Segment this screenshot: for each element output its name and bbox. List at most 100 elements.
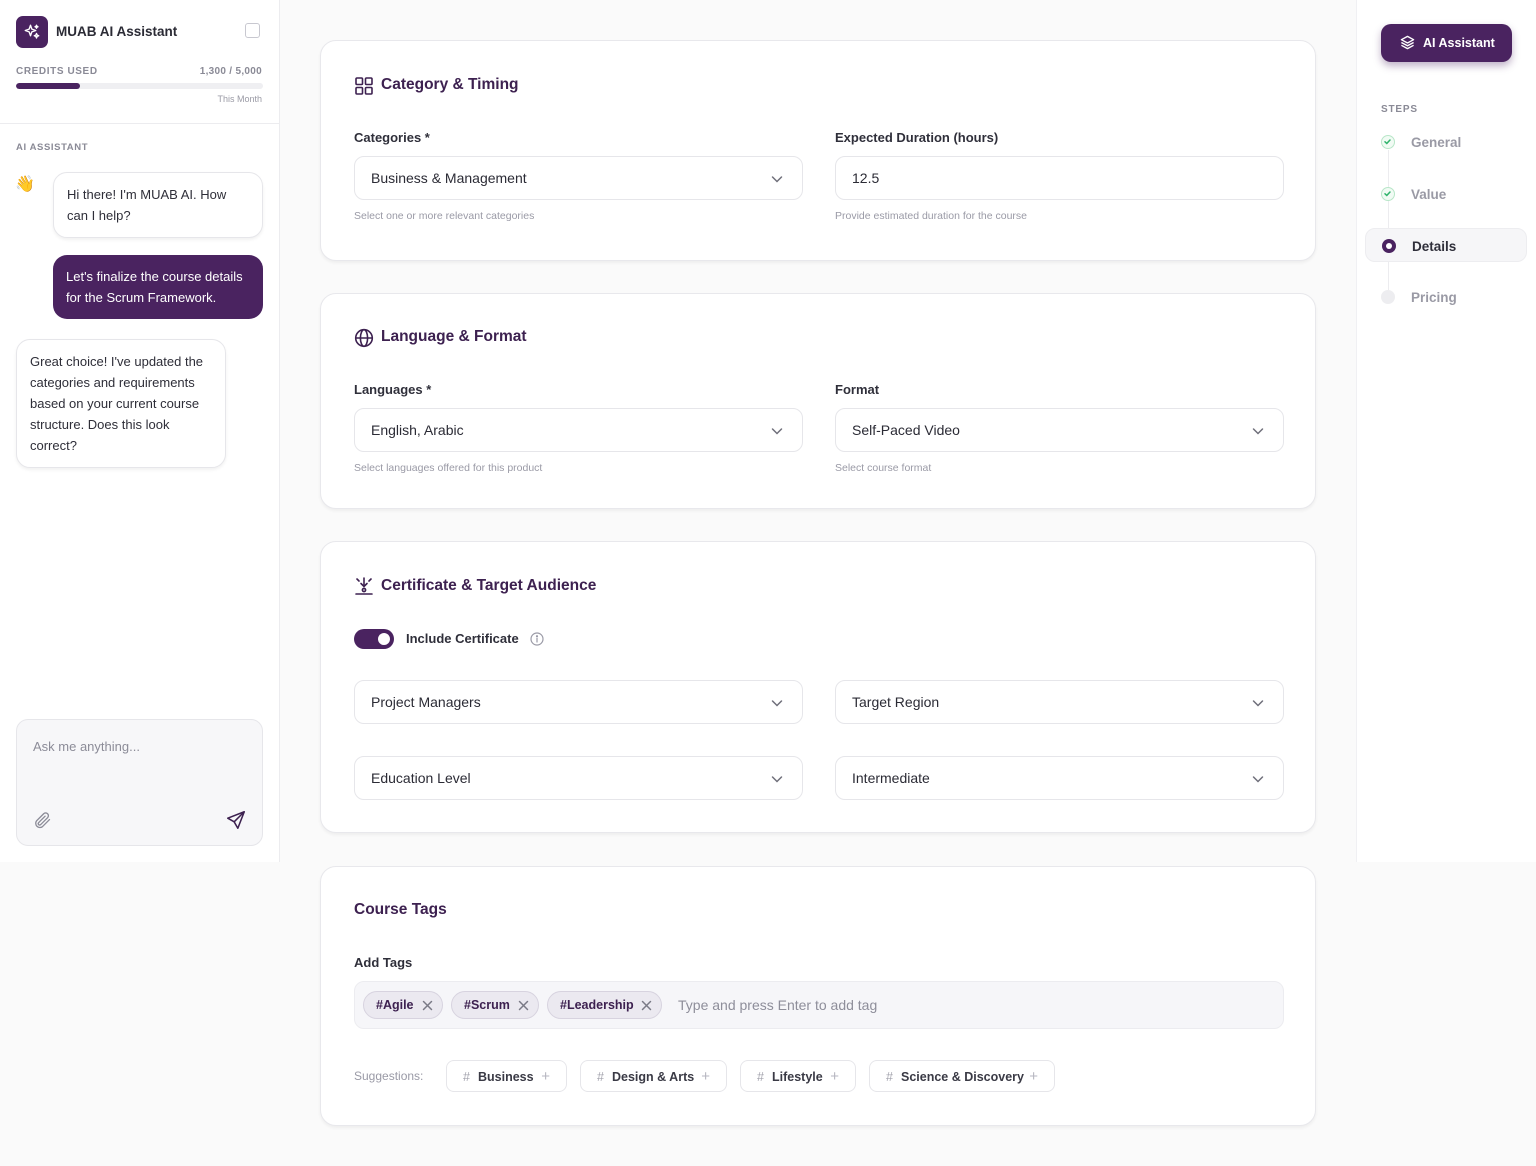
card-title: Certificate & Target Audience [381,577,597,594]
tag-label: #Agile [376,998,414,1012]
hash-icon: # [597,1070,604,1084]
check-icon [1381,135,1395,149]
target-audience-value: Project Managers [371,694,481,710]
close-icon[interactable] [422,1000,433,1014]
categories-select[interactable]: Business & Management [354,156,803,200]
info-icon[interactable] [530,632,544,651]
step-label: Value [1411,187,1447,202]
skill-level-value: Intermediate [852,770,930,786]
step-value[interactable]: Value [1365,177,1527,211]
tag-label: #Scrum [464,998,510,1012]
plus-icon: + [701,1068,710,1085]
close-icon[interactable] [518,1000,529,1014]
format-select[interactable]: Self-Paced Video [835,408,1284,452]
suggestion-label: Design & Arts [612,1070,695,1084]
tag-label: #Leadership [560,998,634,1012]
format-label: Format [835,382,880,397]
tag-chip: #Scrum [451,991,539,1019]
categories-value: Business & Management [371,170,527,186]
steps-connector [1388,150,1389,290]
tag-chip: #Agile [363,991,443,1019]
ai-section-label: AI ASSISTANT [16,142,89,153]
suggestion-label: Lifestyle [772,1070,823,1084]
chevron-down-icon [770,424,784,443]
chat-placeholder: Ask me anything... [33,739,140,754]
check-icon [1381,187,1395,201]
include-certificate-toggle[interactable] [354,629,394,649]
close-icon[interactable] [641,1000,652,1014]
skill-level-select[interactable]: Intermediate [835,756,1284,800]
credits-label: CREDITS USED [16,66,98,77]
plus-icon: + [830,1068,839,1085]
ai-sidebar: MUAB AI Assistant CREDITS USED 1,300 / 5… [0,0,280,862]
target-region-value: Target Region [852,694,940,710]
certificate-audience-card: Certificate & Target Audience Include Ce… [320,541,1316,833]
paperclip-icon[interactable] [32,810,52,835]
layers-icon [1400,35,1415,53]
ai-assistant-button[interactable]: AI Assistant [1381,24,1512,62]
chevron-down-icon [1251,772,1265,791]
languages-label: Languages * [354,382,432,397]
categories-hint: Select one or more relevant categories [354,210,535,222]
suggestion-chip[interactable]: # Lifestyle + [740,1060,856,1092]
globe-icon [354,328,374,353]
suggestion-chip[interactable]: # Science & Discovery + [869,1060,1055,1092]
category-timing-card: Category & Timing Categories * Business … [320,40,1316,261]
step-details[interactable]: Details [1365,228,1527,262]
duration-value: 12.5 [852,170,880,186]
chevron-down-icon [770,696,784,715]
duration-input[interactable]: 12.5 [835,156,1284,200]
education-level-value: Education Level [371,770,471,786]
categories-label: Categories * [354,130,430,145]
card-title: Category & Timing [381,76,519,93]
step-label: Pricing [1411,290,1457,305]
format-hint: Select course format [835,462,932,474]
step-pricing[interactable]: Pricing [1365,280,1527,314]
duration-label: Expected Duration (hours) [835,130,999,145]
education-level-select[interactable]: Education Level [354,756,803,800]
pending-step-icon [1381,290,1395,304]
suggestion-chip[interactable]: # Design & Arts + [580,1060,727,1092]
credits-progress-bar [16,83,263,89]
step-general[interactable]: General [1365,125,1527,159]
step-label: General [1411,135,1462,150]
add-tags-label: Add Tags [354,955,413,970]
format-value: Self-Paced Video [852,422,960,438]
credits-progress-fill [16,83,81,89]
ai-message: Great choice! I've updated the categorie… [16,339,226,468]
sidebar-header: MUAB AI Assistant CREDITS USED 1,300 / 5… [0,0,279,124]
hash-icon: # [463,1070,470,1084]
collapse-sidebar-icon[interactable] [245,23,260,38]
tag-chip: #Leadership [547,991,662,1019]
chevron-down-icon [1251,696,1265,715]
languages-value: English, Arabic [371,422,464,438]
card-title: Course Tags [354,901,447,918]
suggestion-chip[interactable]: # Business + [446,1060,567,1092]
tags-input[interactable]: #Agile #Scrum #Leadership Type and press… [354,981,1284,1029]
toggle-knob [378,633,390,645]
suggestion-label: Science & Discovery [901,1070,1024,1084]
plus-icon: + [541,1068,550,1085]
credits-period: This Month [217,94,262,104]
chevron-down-icon [770,772,784,791]
course-tags-card: Course Tags Add Tags #Agile #Scrum #Lead… [320,866,1316,1126]
wave-icon: 👋 [15,176,35,193]
user-message: Let's finalize the course details for th… [53,255,263,319]
chevron-down-icon [770,172,784,191]
target-region-select[interactable]: Target Region [835,680,1284,724]
hash-icon: # [886,1070,893,1084]
send-icon[interactable] [225,809,247,836]
target-audience-select[interactable]: Project Managers [354,680,803,724]
grid-icon [354,76,374,101]
suggestions-label: Suggestions: [354,1069,424,1083]
sparkle-logo-icon [16,16,48,48]
chat-input[interactable]: Ask me anything... [16,719,263,846]
language-format-card: Language & Format Languages * English, A… [320,293,1316,509]
languages-select[interactable]: English, Arabic [354,408,803,452]
suggestion-label: Business [478,1070,534,1084]
duration-hint: Provide estimated duration for the cours… [835,210,1028,222]
certificate-icon [354,576,374,601]
include-certificate-label: Include Certificate [406,631,519,646]
plus-icon: + [1029,1068,1038,1085]
steps-label: STEPS [1381,104,1418,115]
